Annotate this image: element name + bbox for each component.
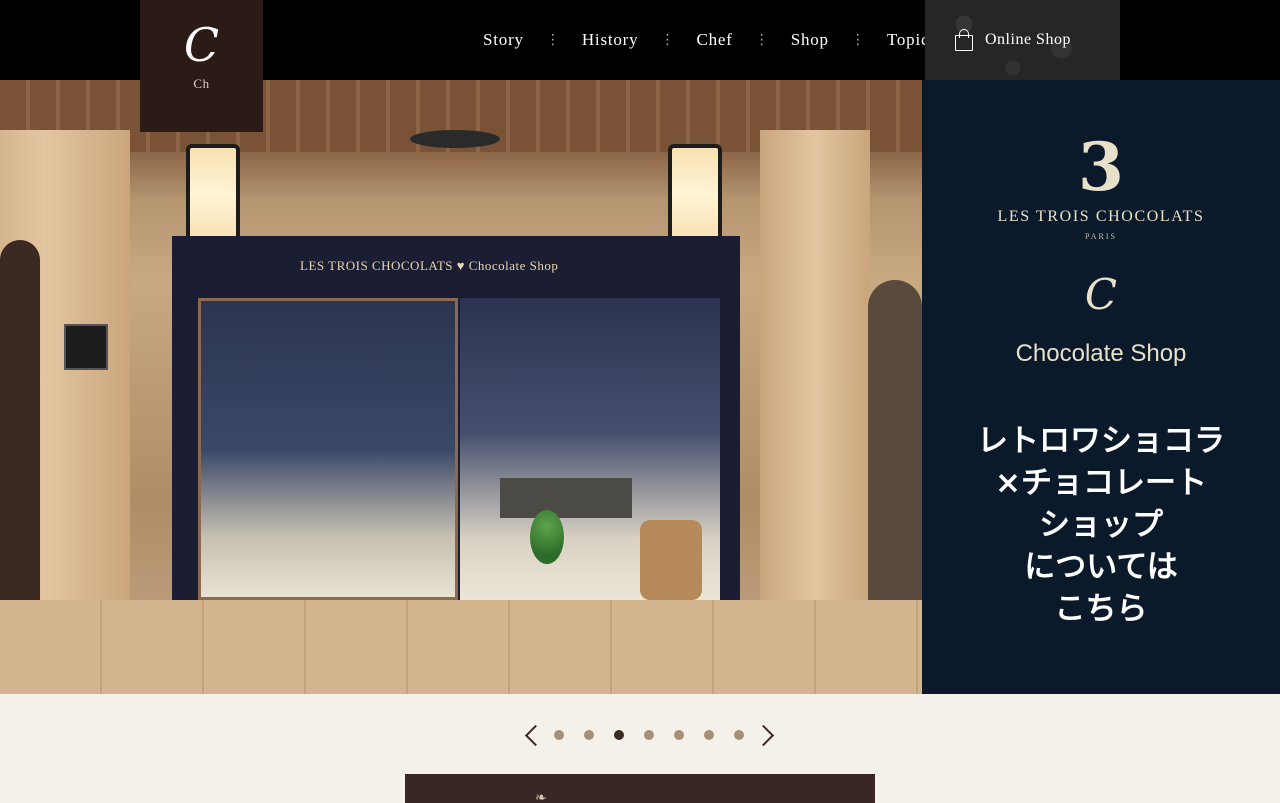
lantern-left bbox=[186, 144, 240, 244]
online-shop-label: Online Shop bbox=[985, 31, 1071, 48]
nav-item-shop[interactable]: Shop bbox=[783, 30, 837, 50]
carousel-dots bbox=[544, 730, 754, 740]
banner-numeral: 3 bbox=[1078, 128, 1124, 206]
leaf-icon: ❧ bbox=[535, 790, 547, 803]
chevron-right-icon[interactable] bbox=[754, 720, 778, 750]
online-shop-button[interactable]: Online Shop bbox=[925, 0, 1120, 80]
chevron-left-icon[interactable] bbox=[520, 720, 544, 750]
shopping-bag-icon bbox=[955, 29, 973, 51]
nav-separator: ⋮ bbox=[660, 32, 675, 48]
cacao-barrel bbox=[640, 520, 702, 600]
banner-caption-line: については bbox=[1024, 549, 1178, 585]
site-header: C Ch Story ⋮ History ⋮ Chef ⋮ Shop ⋮ Top… bbox=[0, 0, 1280, 132]
nav-separator: ⋮ bbox=[545, 32, 560, 48]
banner-caption-line: レトロワショコラ bbox=[977, 423, 1225, 459]
banner-caption-line: こちら bbox=[1054, 591, 1148, 627]
tiled-floor bbox=[0, 600, 922, 694]
nav-separator: ⋮ bbox=[850, 32, 865, 48]
hero-store-photo: LES TROIS CHOCOLATS ♥ Chocolate Shop bbox=[0, 80, 922, 694]
ceiling-fan bbox=[410, 130, 500, 148]
banner-caption-line: ショップ bbox=[1039, 507, 1163, 543]
banner-city: PARIS bbox=[1085, 232, 1117, 241]
banner-mark: C bbox=[1084, 270, 1118, 319]
nav-separator: ⋮ bbox=[754, 32, 769, 48]
section-heading-bar bbox=[405, 774, 875, 803]
display-counter bbox=[500, 478, 632, 518]
storefront-sign: LES TROIS CHOCOLATS ♥ Chocolate Shop bbox=[300, 258, 559, 273]
carousel-dot[interactable] bbox=[674, 730, 684, 740]
carousel-dot[interactable] bbox=[614, 730, 624, 740]
banner-shop-name: Chocolate Shop bbox=[1015, 340, 1187, 367]
site-logo[interactable]: C Ch bbox=[140, 0, 263, 132]
carousel-controls bbox=[520, 718, 778, 752]
main-nav: Story ⋮ History ⋮ Chef ⋮ Shop ⋮ Topic bbox=[475, 0, 937, 80]
nav-item-chef[interactable]: Chef bbox=[688, 30, 740, 50]
banner-brand: LES TROIS CHOCOLATS bbox=[997, 208, 1205, 225]
store-window bbox=[198, 298, 458, 600]
carousel-dot[interactable] bbox=[644, 730, 654, 740]
arch-opening-right bbox=[868, 280, 922, 610]
carousel-dot[interactable] bbox=[734, 730, 744, 740]
shop-info-banner[interactable]: 3 LES TROIS CHOCOLATS PARIS C Chocolate … bbox=[922, 80, 1280, 694]
lantern-right bbox=[668, 144, 722, 244]
carousel-dot[interactable] bbox=[554, 730, 564, 740]
wall-lamp bbox=[64, 324, 108, 370]
banner-caption: レトロワショコラ ×チョコレート ショップ については こちら bbox=[922, 420, 1280, 630]
logo-mark: C bbox=[183, 18, 220, 72]
potted-plant bbox=[530, 510, 564, 564]
logo-subtitle: Ch bbox=[193, 76, 210, 91]
banner-caption-line: ×チョコレート bbox=[995, 465, 1207, 501]
nav-item-story[interactable]: Story bbox=[475, 30, 532, 50]
carousel-dot[interactable] bbox=[704, 730, 714, 740]
carousel-dot[interactable] bbox=[584, 730, 594, 740]
nav-item-history[interactable]: History bbox=[574, 30, 647, 50]
